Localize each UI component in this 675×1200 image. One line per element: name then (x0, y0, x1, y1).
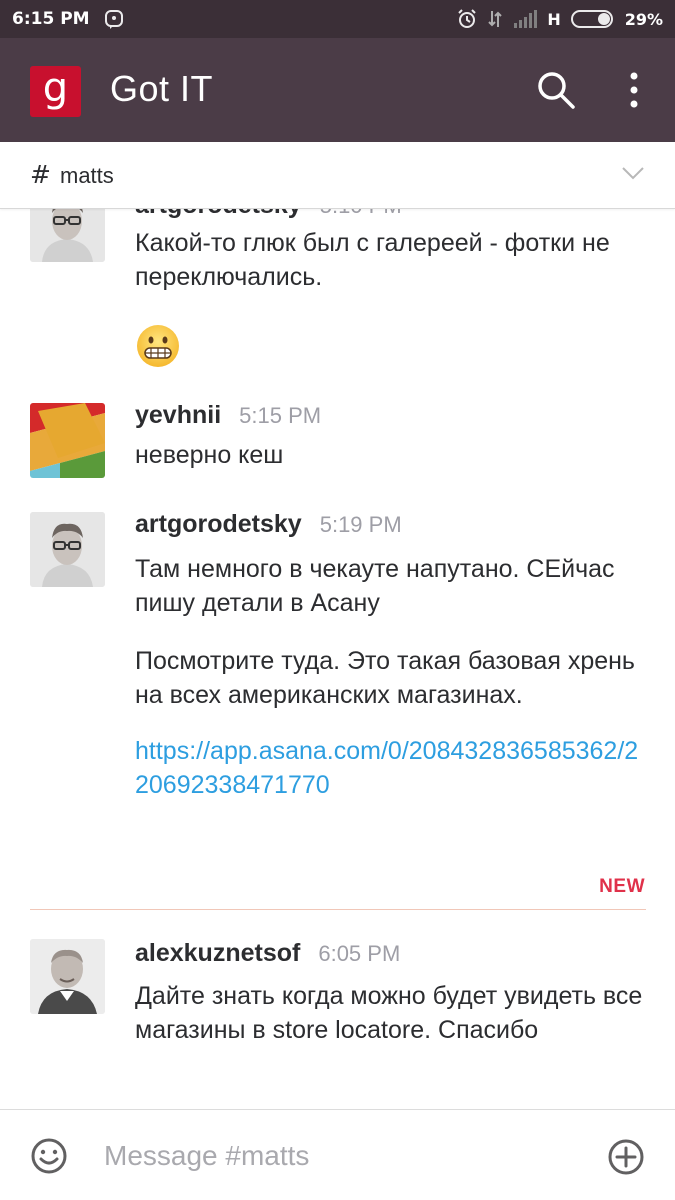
smiley-icon (31, 1138, 67, 1174)
plus-circle-icon (608, 1139, 644, 1175)
add-attachment-button[interactable] (606, 1137, 646, 1177)
app-logo[interactable]: g (30, 66, 81, 117)
battery-icon (570, 9, 615, 29)
battery-level: 29% (624, 9, 663, 29)
channel-name: matts (60, 163, 114, 188)
message-text: неверно кеш (135, 441, 284, 469)
message-input[interactable] (104, 1132, 574, 1180)
avatar[interactable] (30, 939, 105, 1014)
message-author[interactable]: artgorodetsky (135, 209, 302, 220)
new-messages-label: NEW (599, 876, 645, 897)
app-title: Got IT (110, 68, 214, 109)
signal-icon (513, 10, 538, 28)
avatar[interactable] (30, 209, 105, 262)
search-button[interactable] (536, 70, 576, 110)
message-paragraph: Посмотрите туда. Это такая базовая хрень… (135, 647, 635, 709)
channel-header[interactable]: # matts (0, 142, 675, 209)
message-header: alexkuznetsof 6:05 PM (135, 939, 400, 968)
message-header: artgorodetsky 5:10 PM (135, 209, 402, 220)
status-bar: 6:15 PM H 29% (0, 0, 675, 38)
avatar[interactable] (30, 403, 105, 478)
message-list[interactable]: artgorodetsky 5:10 PM Какой-то глюк был … (0, 209, 675, 1109)
network-type: H (547, 9, 561, 29)
channel-hash-icon: # (30, 160, 51, 189)
chevron-down-icon[interactable] (622, 167, 644, 181)
message-author[interactable]: alexkuznetsof (135, 939, 300, 968)
alarm-icon (457, 9, 477, 29)
avatar-image (30, 939, 105, 1014)
message-time: 5:19 PM (319, 512, 402, 537)
avatar-image (30, 512, 105, 587)
message-author[interactable]: artgorodetsky (135, 510, 302, 539)
message-text: Дайте знать когда можно будет увидеть вс… (135, 982, 643, 1044)
new-messages-divider (30, 909, 646, 910)
app-bar: g Got IT (0, 38, 675, 142)
message-time: 5:10 PM (320, 209, 402, 219)
emoji-button[interactable] (30, 1137, 68, 1175)
message-time: 5:15 PM (239, 403, 322, 428)
more-vertical-icon (630, 72, 638, 108)
grimacing-emoji-icon (135, 323, 181, 369)
avatar-image (30, 209, 105, 262)
message-header: artgorodetsky 5:19 PM (135, 510, 402, 539)
viber-icon (104, 9, 124, 29)
message-author[interactable]: yevhnii (135, 401, 221, 430)
data-transfer-icon (487, 9, 503, 29)
search-icon (538, 72, 575, 109)
message-header: yevhnii 5:15 PM (135, 401, 321, 430)
avatar[interactable] (30, 512, 105, 587)
overflow-menu-button[interactable] (620, 70, 648, 110)
message-time: 6:05 PM (318, 941, 401, 966)
message-paragraph: Там немного в чекауте напутано. СЕйчас п… (135, 555, 615, 617)
status-time: 6:15 PM (12, 9, 90, 29)
message-link[interactable]: https://app.asana.com/0/208432836585362/… (135, 734, 640, 802)
avatar-image (30, 403, 105, 478)
message-composer (0, 1109, 675, 1200)
message-text: Какой-то глюк был с галереей - фотки не … (135, 229, 610, 291)
